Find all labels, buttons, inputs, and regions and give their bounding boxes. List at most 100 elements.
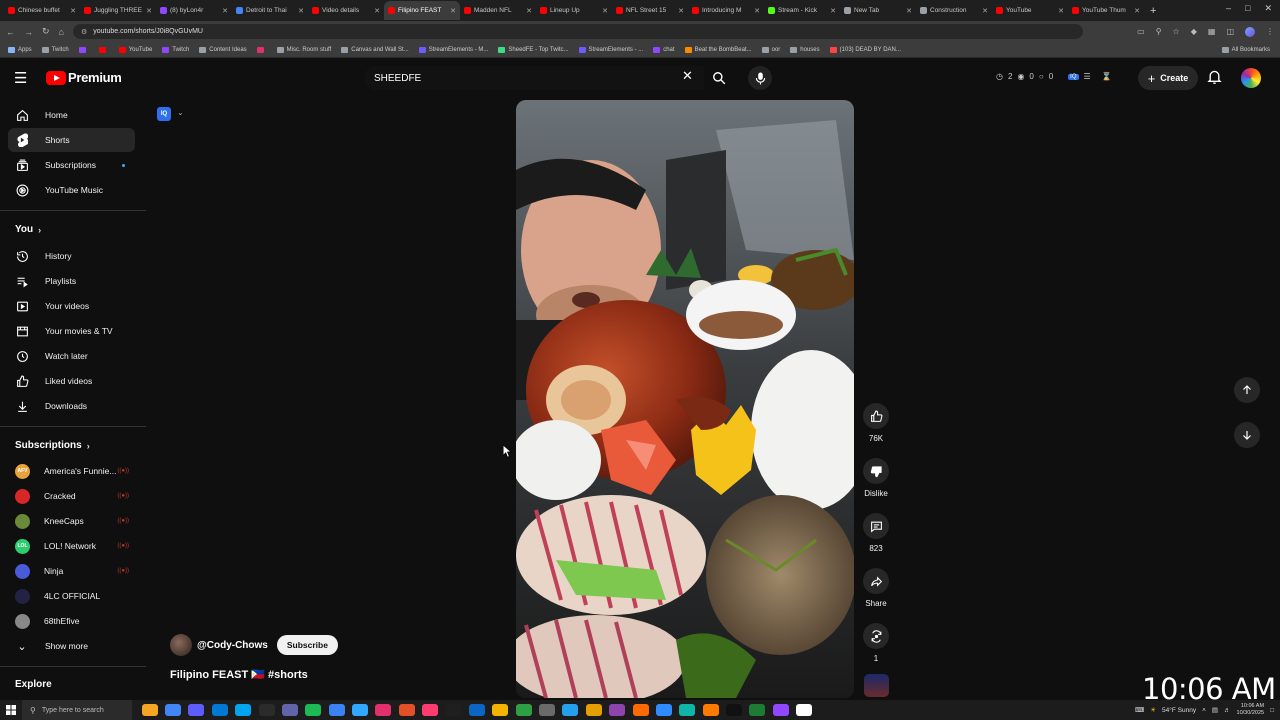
bookmark-item[interactable] xyxy=(98,46,109,53)
taskbar-app-icon[interactable] xyxy=(445,704,462,716)
subscription-channel[interactable]: KneeCaps ((●)) xyxy=(8,509,135,533)
forward-icon[interactable]: → xyxy=(24,27,33,37)
sidebar-item-watch-later[interactable]: Watch later xyxy=(8,344,135,368)
taskbar-app-icon[interactable] xyxy=(281,704,298,716)
search-input[interactable]: SHEEDFE xyxy=(364,66,704,90)
comments-button[interactable] xyxy=(863,513,889,539)
close-window-icon[interactable]: ✕ xyxy=(1264,3,1272,14)
taskbar-app-icon[interactable] xyxy=(796,704,813,716)
bookmark-item[interactable] xyxy=(256,46,267,53)
taskbar-app-icon[interactable] xyxy=(632,704,649,716)
browser-tab[interactable]: Stream - Kick ✕ xyxy=(764,1,840,20)
all-bookmarks-button[interactable]: All Bookmarks xyxy=(1221,46,1270,53)
tab-close-icon[interactable]: ✕ xyxy=(906,7,912,15)
taskbar-app-icon[interactable] xyxy=(679,704,696,716)
sidebar-item-history[interactable]: History xyxy=(8,244,135,268)
browser-tab[interactable]: Lineup Up ✕ xyxy=(536,1,612,20)
sidebar-section-subscriptions[interactable]: Subscriptions › xyxy=(15,440,90,451)
chevron-down-icon[interactable]: ⌄ xyxy=(177,108,184,117)
taskbar-app-icon[interactable] xyxy=(562,704,579,716)
cast-icon[interactable]: ▭ xyxy=(1137,27,1145,36)
iq-extension-badge[interactable]: IQ xyxy=(157,107,171,121)
taskbar-app-icon[interactable] xyxy=(188,704,205,716)
taskbar-clock[interactable]: 10:06 AM 10/30/2025 xyxy=(1237,703,1265,717)
taskbar-app-icon[interactable] xyxy=(515,704,532,716)
browser-menu-icon[interactable]: ⋮ xyxy=(1266,27,1274,36)
bookmark-item[interactable] xyxy=(78,46,89,53)
sidebar-item-playlists[interactable]: Playlists xyxy=(8,269,135,293)
subscription-channel[interactable]: LOL LOL! Network ((●)) xyxy=(8,534,135,558)
hourglass-extension-icon[interactable]: ⌛ xyxy=(1102,72,1112,81)
sidebar-item-downloads[interactable]: Downloads xyxy=(8,394,135,418)
taskbar-app-icon[interactable] xyxy=(702,704,719,716)
previous-short-button[interactable] xyxy=(1234,377,1260,403)
browser-tab[interactable]: NFL Street 15 ✕ xyxy=(612,1,688,20)
back-icon[interactable]: ← xyxy=(6,27,15,37)
browser-tab[interactable]: Detroit to Thai ✕ xyxy=(232,1,308,20)
bookmark-item[interactable]: (103) DEAD BY DAN... xyxy=(829,46,901,53)
tab-close-icon[interactable]: ✕ xyxy=(222,7,228,15)
subscription-channel[interactable]: 4LC OFFICIAL xyxy=(8,584,135,608)
taskbar-app-icon[interactable] xyxy=(352,704,369,716)
sidebar-item-liked-videos[interactable]: Liked videos xyxy=(8,369,135,393)
sidebar-item-subscriptions[interactable]: Subscriptions xyxy=(8,153,135,177)
subscribe-button[interactable]: Subscribe xyxy=(276,635,338,655)
taskbar-app-icon[interactable] xyxy=(422,704,439,716)
browser-tab[interactable]: Filipino FEAST ✕ xyxy=(384,1,460,20)
side-panel-icon[interactable]: ◫ xyxy=(1226,27,1234,36)
taskbar-app-icon[interactable] xyxy=(539,704,556,716)
dislike-button[interactable] xyxy=(863,458,889,484)
tab-close-icon[interactable]: ✕ xyxy=(1134,7,1140,15)
iq-extension-icon[interactable]: IQ xyxy=(1068,73,1079,80)
sidebar-item-home[interactable]: Home xyxy=(8,103,135,127)
taskbar-app-icon[interactable] xyxy=(749,704,766,716)
youtube-premium-logo[interactable]: Premium xyxy=(46,70,122,85)
account-avatar[interactable] xyxy=(1241,68,1261,88)
subscription-channel[interactable]: AFV America's Funnie... ((●)) xyxy=(8,459,135,483)
tab-close-icon[interactable]: ✕ xyxy=(754,7,760,15)
taskbar-app-icon[interactable] xyxy=(726,704,743,716)
taskbar-app-icon[interactable] xyxy=(585,704,602,716)
browser-tab[interactable]: Chinese buffet ✕ xyxy=(4,1,80,20)
clear-search-icon[interactable]: ✕ xyxy=(682,68,693,84)
network-icon[interactable]: ▤ xyxy=(1212,706,1218,714)
notifications-icon[interactable]: □ xyxy=(1270,707,1274,714)
list-extension-icon[interactable]: ☰ xyxy=(1084,72,1091,81)
share-button[interactable] xyxy=(863,568,889,594)
site-info-icon[interactable]: ⚙ xyxy=(81,28,87,36)
sidebar-section-you[interactable]: You › xyxy=(15,224,41,235)
bookmark-item[interactable]: Beat the BombBeat... xyxy=(684,46,752,53)
windows-start-icon[interactable] xyxy=(0,700,22,720)
taskbar-app-icon[interactable] xyxy=(609,704,626,716)
browser-tab[interactable]: New Tab ✕ xyxy=(840,1,916,20)
bookmark-item[interactable]: Apps xyxy=(8,46,32,53)
taskbar-app-icon[interactable] xyxy=(492,704,509,716)
restore-window-icon[interactable]: □ xyxy=(1245,3,1250,14)
next-short-button[interactable] xyxy=(1234,422,1260,448)
bookmark-item[interactable]: StreamElements - M... xyxy=(418,46,488,53)
taskbar-app-icon[interactable] xyxy=(258,704,275,716)
tab-close-icon[interactable]: ✕ xyxy=(70,7,76,15)
home-browser-icon[interactable]: ⌂ xyxy=(59,27,64,37)
weather-text[interactable]: 54°F Sunny xyxy=(1162,707,1196,714)
tab-close-icon[interactable]: ✕ xyxy=(374,7,380,15)
bookmark-item[interactable]: houses xyxy=(790,46,820,53)
taskbar-app-icon[interactable] xyxy=(655,704,672,716)
subscription-channel[interactable]: Cracked ((●)) xyxy=(8,484,135,508)
browser-tab[interactable]: YouTube ✕ xyxy=(992,1,1068,20)
browser-tab[interactable]: (8) byLon4r ✕ xyxy=(156,1,232,20)
sidebar-section-explore[interactable]: Explore xyxy=(15,679,52,690)
subscription-channel[interactable]: 68thEfive xyxy=(8,609,135,633)
sound-thumbnail[interactable] xyxy=(864,674,889,697)
taskbar-app-icon[interactable] xyxy=(375,704,392,716)
voice-search-button[interactable] xyxy=(748,66,772,90)
tab-close-icon[interactable]: ✕ xyxy=(146,7,152,15)
browser-tab[interactable]: Construction ✕ xyxy=(916,1,992,20)
taskbar-app-icon[interactable] xyxy=(141,704,158,716)
subscription-channel[interactable]: Ninja ((●)) xyxy=(8,559,135,583)
sidebar-item-shorts[interactable]: Shorts xyxy=(8,128,135,152)
browser-tab[interactable]: Introducing M ✕ xyxy=(688,1,764,20)
channel-avatar[interactable] xyxy=(170,634,192,656)
bookmark-item[interactable]: SheedFE - Top Twitc... xyxy=(498,46,569,53)
short-video-player[interactable] xyxy=(516,100,854,698)
